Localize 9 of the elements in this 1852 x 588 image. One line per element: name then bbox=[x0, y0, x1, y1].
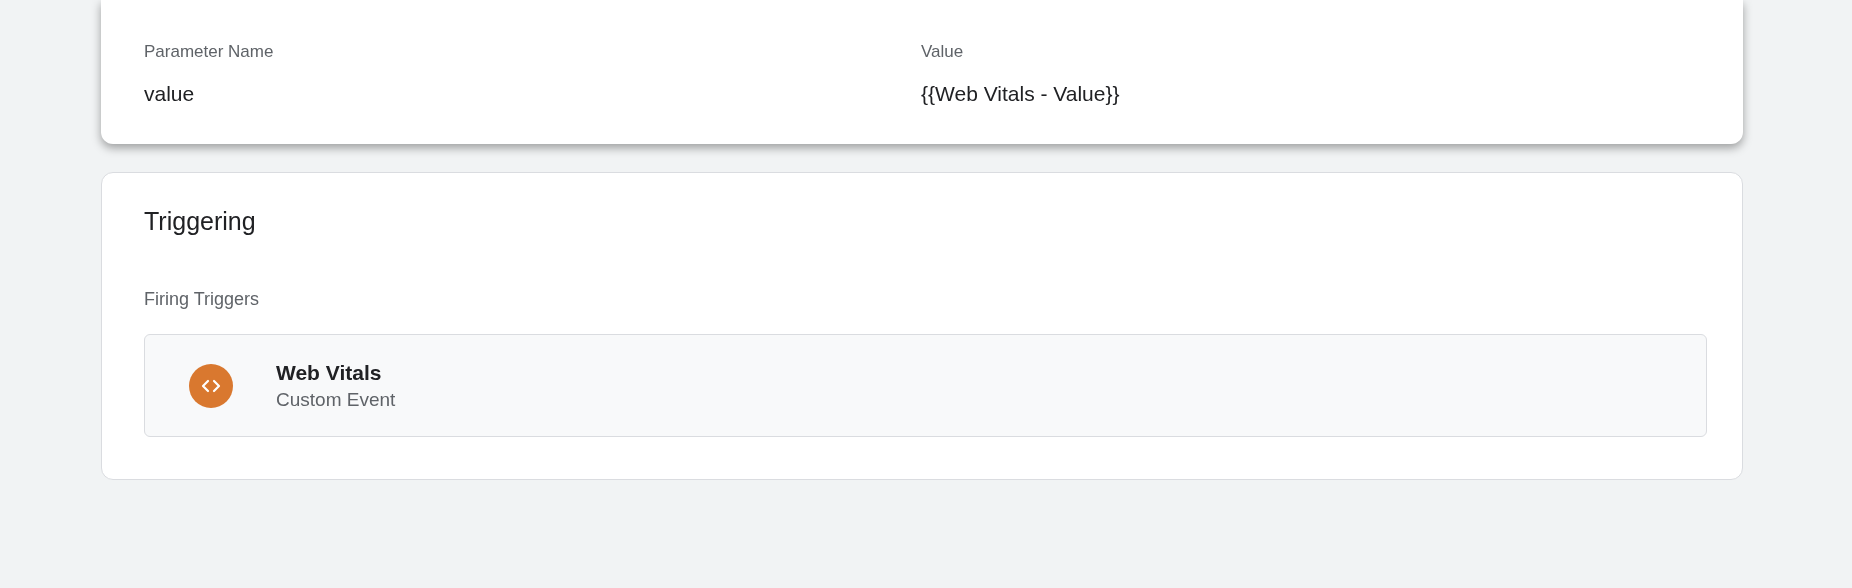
section-label: Firing Triggers bbox=[144, 289, 261, 310]
trigger-type: Custom Event bbox=[276, 388, 396, 411]
column-header: Value bbox=[921, 42, 965, 62]
section-heading: Triggering bbox=[144, 207, 257, 236]
trigger-item[interactable]: Web Vitals Custom Event bbox=[144, 334, 1707, 437]
table-cell-text: {{Web Vitals - Value}} bbox=[921, 82, 1121, 106]
trigger-name: Web Vitals bbox=[276, 360, 383, 385]
table-cell-text: value bbox=[144, 82, 196, 106]
column-header: Parameter Name bbox=[144, 42, 275, 62]
